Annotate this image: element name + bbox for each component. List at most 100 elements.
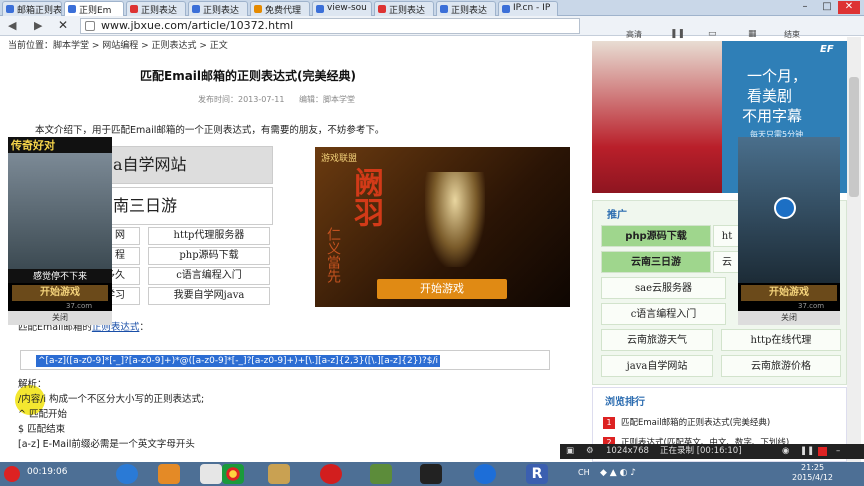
minimize-icon[interactable]: – [836,444,840,459]
tab[interactable]: view-sou [312,1,372,16]
promo-link-http[interactable]: ht [713,225,741,247]
tab[interactable]: 邮箱正则表达 [2,1,62,16]
tab[interactable]: 免费代理 [250,1,310,16]
ie-icon[interactable] [474,464,496,484]
ad-link-java-site[interactable]: a自学网站 [100,146,273,184]
pause-icon[interactable]: ❚❚ [670,29,685,39]
analysis-text: 解析： /内容/i 构成一个不区分大小写的正则表达式; ^ 匹配开始 $ 匹配结… [18,379,205,450]
recorder-icon: ▣ [566,446,575,456]
ranking-item[interactable]: 1 匹配Email邮箱的正则表达式(完美经典) [603,416,770,429]
tab[interactable]: 正则Em [64,1,124,16]
record-app-icon[interactable] [320,464,342,484]
end-button[interactable]: 结束 [784,29,800,40]
warrior-figure [425,172,485,267]
overlay-close-button[interactable]: 关闭 [8,311,112,325]
favicon-icon [378,5,386,13]
promo-link-php[interactable]: php源码下载 [601,225,711,247]
promo-link-price[interactable]: 云南旅游价格 [721,355,841,377]
media-player-icon[interactable] [158,464,180,484]
ad-brand: 游戏联盟 [321,154,358,164]
overlay-photo [8,153,112,269]
ad-link-php-source[interactable]: php源码下载 [148,247,270,265]
app-icon[interactable] [268,464,290,484]
ad-side-text: 仁义當先 [325,227,341,283]
overlay-start-button[interactable]: 开始游戏 [741,285,837,301]
ef-line: 一个月， [747,67,808,85]
tray-icons[interactable]: ◆ ▲ ◐ ♪ [600,468,636,478]
record-icon [4,466,20,482]
hd-button[interactable]: 高清 [626,29,642,40]
recorder-bar: ▣ ⚙ 1024x768 正在录制 [00:16:10] ◉ ❚❚ – [560,444,864,459]
breadcrumb: 当前位置：脚本学堂 > 网站编程 > 正则表达式 > 正文 [8,41,228,51]
terminal-icon[interactable] [420,464,442,484]
back-icon[interactable]: ◀ [8,19,16,32]
address-bar[interactable]: www.jbxue.com/article/10372.html [80,18,580,34]
stop-icon[interactable]: ✕ [58,18,68,32]
ef-line: 不用字幕 [742,107,803,125]
recorder-icon: ⚙ [586,446,594,456]
close-button[interactable]: ✕ [838,1,860,14]
play-icon [774,197,796,219]
ranking-title: 浏览排行 [605,397,645,408]
page-title: 匹配Email邮箱的正则表达式(完美经典) [140,69,356,83]
promo-link-weather[interactable]: 云南旅游天气 [601,329,713,351]
promo-link-yunnan[interactable]: 云南三日游 [601,251,711,273]
overlay-start-button[interactable]: 开始游戏 [12,285,108,301]
ad-model-photo [592,41,722,193]
floating-game-ad-right[interactable]: 开始游戏 37.com 关闭 [738,137,840,325]
ad-link-http-proxy[interactable]: http代理服务器 [148,227,270,245]
promo-link-yunnan2[interactable]: 云 [713,251,741,273]
recording-time: 00:19:06 [27,467,68,477]
favicon-icon [6,5,14,13]
promo-link-proxy[interactable]: http在线代理 [721,329,841,351]
document-icon[interactable] [200,464,222,484]
start-game-button[interactable]: 开始游戏 [377,279,507,299]
favicon-icon [192,5,200,13]
promo-label: 推广 [607,210,627,221]
game-ad-banner[interactable]: 游戏联盟 阙羽 仁义當先 开始游戏 [315,147,570,307]
page-tool-strip: 高清 ❚❚ ▭ ▦ 结束 [608,29,828,41]
promo-link-java[interactable]: java自学网站 [601,355,713,377]
scrollbar-thumb[interactable] [849,77,859,197]
pause-icon[interactable]: ❚❚ [800,444,814,459]
page-icon [85,21,95,31]
tab[interactable]: 正则表达 [374,1,434,16]
regex-code-box[interactable]: ^[a-z]([a-z0-9]*[-_]?[a-z0-9]+)*@([a-z0-… [20,350,550,370]
recorder-resolution: 1024x768 [606,446,649,456]
overlay-site: 37.com [66,302,93,310]
recorder-status: 正在录制 [00:16:10] [660,446,742,456]
camera-icon[interactable]: ◉ [782,444,789,459]
favicon-icon [130,5,138,13]
ad-link-c-programming[interactable]: c语言编程入门 [148,267,270,285]
promo-link-sae[interactable]: sae云服务器 [601,277,726,299]
tab[interactable]: 正则表达 [436,1,496,16]
chrome-icon[interactable] [222,464,244,484]
intro-text: 本文介绍下，用于匹配Email邮箱的一个正则表达式，有需要的朋友，不妨参考下。 [35,125,385,136]
language-indicator[interactable]: CH [578,468,590,477]
overlay-close-button[interactable]: 关闭 [738,311,840,325]
tab[interactable]: IP.cn - IP [498,1,558,16]
selected-regex: ^[a-z]([a-z0-9]*[-_]?[a-z0-9]+)*@([a-z0-… [36,355,440,367]
system-clock[interactable]: 21:25 2015/4/12 [792,463,833,483]
tab[interactable]: 正则表达 [188,1,248,16]
r-app-icon[interactable]: R [526,464,548,484]
maximize-button[interactable]: □ [816,1,838,14]
minimize-button[interactable]: – [794,1,816,14]
floating-game-ad-left[interactable]: 传奇好对 感觉停不下来 开始游戏 37.com 关闭 [8,137,112,325]
ad-link-yunnan-tour[interactable]: 南三日游 [100,187,273,225]
favicon-icon [502,5,510,13]
favicon-icon [440,5,448,13]
editor-icon[interactable] [370,464,392,484]
k-app-icon[interactable] [116,464,138,484]
ad-link-java-learn[interactable]: 我要自学网java [148,287,270,305]
tab-strip: 邮箱正则表达 正则Em 正则表达 正则表达 免费代理 view-sou 正则表达… [0,0,864,16]
window-icon[interactable]: ▭ [708,29,717,39]
scrollbar[interactable] [847,37,861,462]
stop-record-icon[interactable] [818,447,827,456]
grid-icon[interactable]: ▦ [748,29,757,39]
ef-line: 看美剧 [747,87,793,105]
promo-link-c[interactable]: c语言编程入门 [601,303,726,325]
forward-icon[interactable]: ▶ [34,19,42,32]
overlay-caption: 感觉停不下来 [8,269,112,283]
tab[interactable]: 正则表达 [126,1,186,16]
